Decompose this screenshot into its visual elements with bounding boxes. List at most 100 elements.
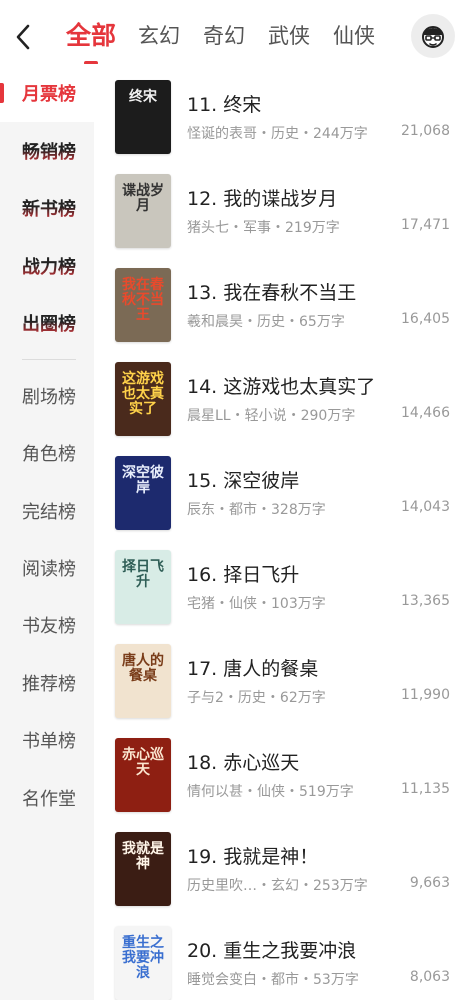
sidebar-item-bestseller[interactable]: 畅销榜 <box>0 122 94 180</box>
tab-xianxia[interactable]: 仙侠 <box>333 16 375 56</box>
chevron-left-icon <box>16 24 30 50</box>
monthly-ticket-count: 17,471 <box>401 217 450 233</box>
sidebar-item-power[interactable]: 战力榜 <box>0 237 94 295</box>
book-name: 重生之我要冲浪 <box>223 940 357 962</box>
book-name: 唐人的餐桌 <box>223 658 319 680</box>
monthly-ticket-count: 14,043 <box>401 499 450 515</box>
book-cover-title: 终宋 <box>129 89 157 105</box>
sidebar-item-label: 出圈榜 <box>22 310 76 336</box>
sidebar-item-label: 月票榜 <box>22 84 76 105</box>
sidebar-item-monthly-ticket[interactable]: 月票榜 <box>0 64 94 122</box>
sidebar-item-reading[interactable]: 阅读榜 <box>0 539 94 597</box>
book-cover[interactable]: 唐人的餐桌 <box>115 644 171 718</box>
book-meta: 宅猪・仙侠・103万字 <box>187 596 326 612</box>
book-rank: 16. <box>187 564 218 586</box>
monthly-ticket-count: 13,365 <box>401 593 450 609</box>
sidebar-item-masterpieces[interactable]: 名作堂 <box>0 769 94 827</box>
book-cover-title: 我在春秋不当王 <box>122 277 164 323</box>
book-cover[interactable]: 重生之我要冲浪 <box>115 926 171 1000</box>
tab-wuxia[interactable]: 武侠 <box>268 16 310 56</box>
book-name: 终宋 <box>223 94 262 116</box>
category-tabs: 全部 玄幻 奇幻 武侠 仙侠 <box>66 16 398 65</box>
reader-avatar-icon <box>422 26 444 48</box>
book-cover-title: 这游戏也太真实了 <box>122 371 164 417</box>
book-cover[interactable]: 我就是神 <box>115 832 171 906</box>
book-cover[interactable]: 赤心巡天 <box>115 738 171 812</box>
sidebar-item-theater[interactable]: 剧场榜 <box>0 367 94 425</box>
book-name: 我的谍战岁月 <box>223 188 338 210</box>
sidebar-item-label: 新书榜 <box>22 195 76 221</box>
sidebar-item-label: 畅销榜 <box>22 138 76 164</box>
tab-all[interactable]: 全部 <box>66 16 116 65</box>
book-rank: 18. <box>187 752 218 774</box>
book-name: 我在春秋不当王 <box>223 282 357 304</box>
book-meta: 怪诞的表哥・历史・244万字 <box>187 126 368 142</box>
sidebar-item-new-books[interactable]: 新书榜 <box>0 179 94 237</box>
monthly-ticket-count: 11,135 <box>401 781 450 797</box>
avatar-button[interactable] <box>411 14 455 58</box>
book-cover[interactable]: 终宋 <box>115 80 171 154</box>
book-meta: 子与2・历史・62万字 <box>187 690 326 706</box>
book-meta: 羲和晨昊・历史・65万字 <box>187 314 345 330</box>
monthly-ticket-count: 11,990 <box>401 687 450 703</box>
book-meta: 情何以甚・仙侠・519万字 <box>187 784 354 800</box>
book-row[interactable]: 择日飞升 16. 择日飞升宅猪・仙侠・103万字 13,365 <box>94 550 469 644</box>
monthly-ticket-count: 14,466 <box>401 405 450 421</box>
book-title[interactable]: 20. 重生之我要冲浪 <box>187 936 356 963</box>
book-row[interactable]: 唐人的餐桌 17. 唐人的餐桌 子与2・历史・62万字 11,990 <box>94 644 469 738</box>
sidebar-item-recommend[interactable]: 推荐榜 <box>0 654 94 712</box>
tab-xuanhuan[interactable]: 玄幻 <box>138 16 180 56</box>
book-row[interactable]: 赤心巡天 18. 赤心巡天情何以甚・仙侠・519万字 11,135 <box>94 738 469 832</box>
book-rank: 11. <box>187 94 218 116</box>
book-row[interactable]: 这游戏也太真实了 14. 这游戏也太真实了 晨星LL・轻小说・290万字 14,466 <box>94 362 469 456</box>
book-title[interactable]: 13. 我在春秋不当王 <box>187 278 356 305</box>
book-name: 深空彼岸 <box>223 470 300 492</box>
book-row[interactable]: 重生之我要冲浪 20. 重生之我要冲浪 睡觉会变白・都市・53万字 8,063 <box>94 926 469 1000</box>
book-title[interactable]: 12. 我的谍战岁月 <box>187 184 337 211</box>
book-row[interactable]: 我在春秋不当王 13. 我在春秋不当王 羲和晨昊・历史・65万字 16,405 <box>94 268 469 362</box>
book-cover[interactable]: 这游戏也太真实了 <box>115 362 171 436</box>
book-row[interactable]: 我就是神 19. 我就是神！ 历史里吹…・玄幻・253万字 9,663 <box>94 832 469 926</box>
sidebar-item-booklist[interactable]: 书单榜 <box>0 711 94 769</box>
book-title[interactable]: 15. 深空彼岸 <box>187 466 299 493</box>
book-rank: 13. <box>187 282 218 304</box>
book-cover-title: 谍战岁月 <box>122 183 164 214</box>
book-title[interactable]: 18. 赤心巡天 <box>187 748 299 775</box>
book-meta: 睡觉会变白・都市・53万字 <box>187 972 359 988</box>
book-row[interactable]: 终宋 11. 终宋 怪诞的表哥・历史・244万字 21,068 <box>94 80 469 174</box>
book-title[interactable]: 16. 择日飞升 <box>187 560 299 587</box>
book-meta: 历史里吹…・玄幻・253万字 <box>187 878 368 894</box>
sidebar-divider <box>22 359 76 360</box>
book-ranking-list: 终宋 11. 终宋 怪诞的表哥・历史・244万字 21,068 谍战岁月 12. 我的谍战… <box>94 64 469 1000</box>
sidebar-item-character[interactable]: 角色榜 <box>0 424 94 482</box>
book-rank: 20. <box>187 940 218 962</box>
ranking-sidebar: 月票榜 畅销榜 新书榜 战力榜 出圈榜 剧场榜 角色榜 完结榜 阅读榜 书友榜 … <box>0 64 94 1000</box>
book-cover[interactable]: 深空彼岸 <box>115 456 171 530</box>
sidebar-item-completed[interactable]: 完结榜 <box>0 482 94 540</box>
book-row[interactable]: 谍战岁月 12. 我的谍战岁月 猪头七・军事・219万字 17,471 <box>94 174 469 268</box>
book-rank: 12. <box>187 188 218 210</box>
book-title[interactable]: 17. 唐人的餐桌 <box>187 654 318 681</box>
sidebar-item-readers[interactable]: 书友榜 <box>0 596 94 654</box>
book-cover[interactable]: 择日飞升 <box>115 550 171 624</box>
sidebar-item-breakout[interactable]: 出圈榜 <box>0 294 94 352</box>
back-button[interactable] <box>8 20 38 54</box>
book-cover-title: 我就是神 <box>122 841 164 872</box>
top-bar: 全部 玄幻 奇幻 武侠 仙侠 <box>0 0 469 72</box>
book-title[interactable]: 19. 我就是神！ <box>187 842 318 869</box>
monthly-ticket-count: 8,063 <box>409 969 450 985</box>
book-meta: 晨星LL・轻小说・290万字 <box>187 408 356 424</box>
book-cover-title: 唐人的餐桌 <box>122 653 164 684</box>
monthly-ticket-count: 9,663 <box>409 875 450 891</box>
book-cover[interactable]: 谍战岁月 <box>115 174 171 248</box>
book-name: 我就是神！ <box>223 846 319 868</box>
book-title[interactable]: 14. 这游戏也太真实了 <box>187 372 375 399</box>
book-cover-title: 择日飞升 <box>122 559 164 590</box>
book-row[interactable]: 深空彼岸 15. 深空彼岸 辰东・都市・328万字 14,043 <box>94 456 469 550</box>
tab-qihuan[interactable]: 奇幻 <box>203 16 245 56</box>
book-title[interactable]: 11. 终宋 <box>187 90 261 117</box>
book-cover-title: 深空彼岸 <box>122 465 164 496</box>
book-cover-title: 重生之我要冲浪 <box>122 935 164 981</box>
book-name: 这游戏也太真实了 <box>223 376 376 398</box>
book-cover[interactable]: 我在春秋不当王 <box>115 268 171 342</box>
